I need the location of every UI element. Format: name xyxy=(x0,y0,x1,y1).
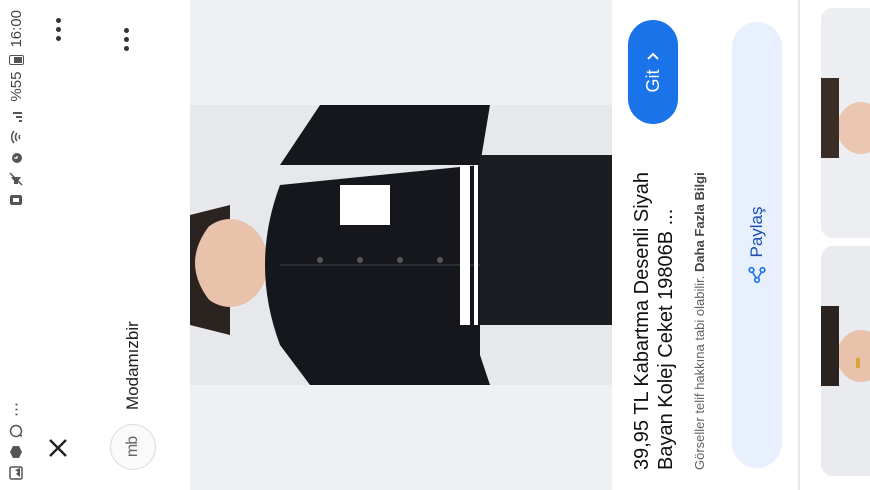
status-right: %55 16:00 xyxy=(8,10,25,207)
viewer-header: mb Modamızbir xyxy=(32,0,190,490)
wifi-icon xyxy=(10,130,21,144)
avatar: mb xyxy=(110,424,156,470)
chevron-right-icon xyxy=(647,53,659,61)
more-info-link[interactable]: Daha Fazla Bilgi xyxy=(692,172,707,272)
phone-canvas: ⋯ %55 16:00 mb Modamızbir 39,95 TL Kabar… xyxy=(0,0,870,490)
share-button[interactable]: Paylaş xyxy=(732,22,782,468)
battery-icon xyxy=(8,54,24,65)
product-title[interactable]: 39,95 TL Kabartma Desenli Siyah Bayan Ko… xyxy=(630,140,678,470)
more-icon xyxy=(124,46,129,51)
clock: 16:00 xyxy=(7,10,25,48)
source-name: Modamızbir xyxy=(123,321,142,410)
jacket-photo-illustration xyxy=(190,105,612,385)
source-row[interactable]: mb Modamızbir xyxy=(110,321,156,470)
source-more-button[interactable] xyxy=(124,28,129,51)
battery-percent: %55 xyxy=(7,71,25,102)
status-bar: ⋯ %55 16:00 xyxy=(0,0,32,490)
copyright-text: Görseller telif hakkına tabi olabilir. xyxy=(692,275,707,470)
share-label: Paylaş xyxy=(747,206,766,258)
whatsapp-icon xyxy=(9,424,23,438)
close-button[interactable] xyxy=(44,434,72,462)
gallery-icon xyxy=(9,466,23,480)
thumbnail-image xyxy=(821,8,870,238)
thumbnail-image xyxy=(821,246,870,476)
nfc-icon xyxy=(10,194,22,205)
related-thumbnail[interactable] xyxy=(821,246,870,476)
image-viewer[interactable] xyxy=(190,0,612,490)
more-menu-button[interactable] xyxy=(56,18,61,41)
share-icon xyxy=(748,266,766,283)
related-thumbnail[interactable] xyxy=(821,8,870,238)
copyright-notice: Görseller telif hakkına tabi olabilir. D… xyxy=(692,172,707,470)
alarm-icon xyxy=(12,152,22,163)
product-info: 39,95 TL Kabartma Desenli Siyah Bayan Ko… xyxy=(612,0,802,490)
mute-icon xyxy=(9,172,23,186)
more-notifications-icon: ⋯ xyxy=(8,401,25,417)
package-icon xyxy=(10,446,22,458)
go-button[interactable]: Git xyxy=(628,20,678,124)
go-label: Git xyxy=(642,69,663,93)
screen: ⋯ %55 16:00 mb Modamızbir 39,95 TL Kabar… xyxy=(0,0,870,490)
related-images xyxy=(806,0,870,490)
divider xyxy=(798,0,800,490)
more-icon xyxy=(56,36,61,41)
status-left: ⋯ xyxy=(7,401,25,480)
close-icon xyxy=(49,439,67,457)
signal-icon xyxy=(13,111,22,122)
product-photo[interactable] xyxy=(190,105,612,385)
